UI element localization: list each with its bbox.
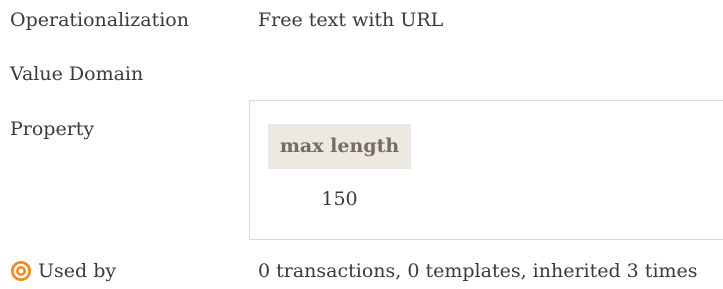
value-domain-label: Value Domain [10,63,144,85]
property-table: max length 150 [249,100,723,240]
operationalization-value: Free text with URL [258,9,444,31]
property-label: Property [10,118,95,140]
target-icon [10,260,32,282]
operationalization-label: Operationalization [10,9,189,31]
used-by-label: Used by [38,260,117,282]
used-by-label-group: Used by [10,259,116,283]
property-header-max-length: max length [268,124,411,169]
used-by-value: 0 transactions, 0 templates, inherited 3… [258,260,698,282]
property-value-max-length: 150 [321,188,358,210]
